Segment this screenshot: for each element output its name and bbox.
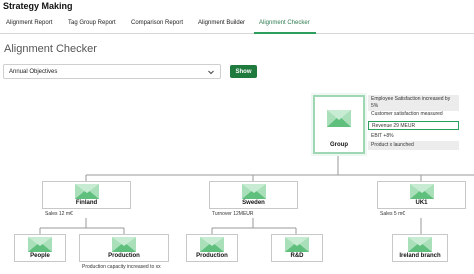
org-node-finland[interactable]: Finland	[42, 181, 131, 209]
kpi-item: Product x launched	[368, 141, 459, 150]
image-placeholder-icon	[200, 237, 224, 252]
kpi-item: Turnover 12MEUR	[212, 211, 254, 217]
kpi-item: Customer satisfaction measured	[371, 111, 443, 117]
node-name: R&D	[290, 253, 304, 259]
node-name: People	[30, 253, 50, 259]
image-placeholder-icon	[285, 237, 309, 252]
org-node-people[interactable]: People	[14, 234, 66, 262]
image-placeholder-icon	[408, 237, 432, 252]
org-node-group[interactable]: Group	[313, 95, 365, 154]
org-node-sweden[interactable]: Sweden	[209, 181, 298, 209]
node-name: Group	[330, 142, 348, 148]
org-node-rnd[interactable]: R&D	[271, 234, 323, 262]
kpi-item-highlighted: Revenue 29 MEUR	[368, 121, 459, 130]
node-name: Finland	[75, 200, 98, 206]
org-node-uk1[interactable]: UK1	[377, 181, 466, 209]
image-placeholder-icon	[327, 110, 351, 127]
kpi-item: Sales 12 m€	[45, 211, 73, 217]
node-name: UK1	[415, 200, 428, 206]
image-placeholder-icon	[112, 237, 136, 252]
kpi-item: Production capacity increased to xx	[82, 264, 161, 270]
org-node-ireland-branch[interactable]: Ireland branch	[392, 234, 448, 262]
image-placeholder-icon	[409, 184, 434, 199]
org-node-production[interactable]: Production	[186, 234, 238, 262]
node-name: Ireland branch	[399, 253, 441, 259]
image-placeholder-icon	[241, 184, 266, 199]
org-node-production[interactable]: Production	[79, 234, 169, 262]
node-name: Production	[108, 253, 140, 259]
node-name: Production	[196, 253, 228, 259]
kpi-item: Sales 5 m€	[380, 211, 406, 217]
image-placeholder-icon	[74, 184, 99, 199]
node-name: Sweden	[242, 200, 265, 206]
kpi-item: EBIT +8%	[371, 133, 394, 139]
image-placeholder-icon	[28, 237, 52, 252]
